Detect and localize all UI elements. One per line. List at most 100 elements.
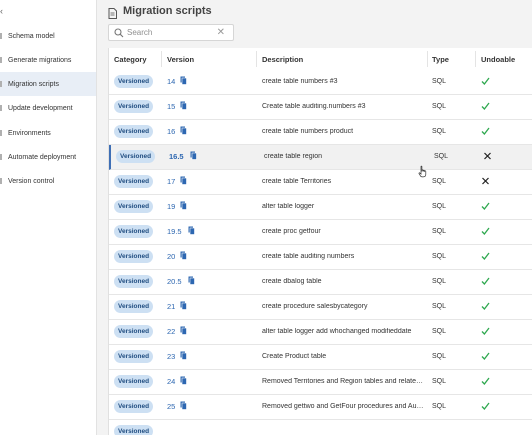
sidebar-item-environments[interactable]: Environments [0,121,96,145]
version-link[interactable]: 19.5 [167,227,182,236]
column-divider [427,51,428,67]
table-row[interactable]: Versioned 25 Removed gettwo and GetFour pr… [109,395,532,420]
script-file-icon[interactable] [180,326,187,335]
version-link[interactable]: 19 [167,202,175,211]
description-cell: create procedure salesbycategory [262,303,368,310]
table-row[interactable]: Versioned 14 create table numbers #3 SQL [109,70,532,95]
description-cell: create proc getfour [262,228,321,235]
column-header-undoable[interactable]: Undoable [481,55,515,64]
category-badge: Versioned [114,125,154,138]
sidebar-item-version-control[interactable]: Version control [0,169,96,193]
category-badge: Versioned [114,250,154,263]
type-cell: SQL [432,78,447,85]
version-link[interactable]: 20.5 [167,277,182,286]
script-file-icon[interactable] [180,126,187,135]
category-badge: Versioned [114,275,154,288]
table-row[interactable]: Versioned [109,420,532,435]
sidebar-item-marker [0,81,2,87]
sidebar-item-label: Version control [8,177,55,185]
version-link[interactable]: 20 [167,252,175,261]
table-row[interactable]: Versioned 19.5 create proc getfour SQL [109,220,532,245]
table-row[interactable]: Versioned 17 create table Territories SQL [109,170,532,195]
sidebar-item-marker [0,178,2,184]
sidebar-item-label: Schema model [8,32,55,40]
search-input[interactable] [127,26,217,39]
table-row[interactable]: Versioned 20.5 create dbalog table SQL [109,270,532,295]
mouse-cursor-icon [418,165,427,178]
sidebar-item-migration-scripts[interactable]: Migration scripts [0,72,96,96]
main-panel: Migration scripts ✕ Category Version Des… [97,0,532,435]
check-icon [481,102,490,110]
sidebar-item-label: Environments [8,129,51,137]
sidebar-item-generate-migrations[interactable]: Generate migrations [0,48,96,72]
column-divider [475,51,476,67]
type-cell: SQL [432,253,447,260]
collapse-caret-icon[interactable]: ‹ [0,6,3,16]
sidebar-item-update-development[interactable]: Update development [0,96,96,120]
description-cell: Create table auditing.numbers #3 [262,103,366,110]
version-link[interactable]: 21 [167,302,175,311]
document-icon [108,8,117,19]
type-cell: SQL [432,378,447,385]
table-row[interactable]: Versioned 24 Removed Territories and Regio… [109,370,532,395]
version-link[interactable]: 22 [167,327,175,336]
script-file-icon[interactable] [180,301,187,310]
version-link[interactable]: 15 [167,102,175,111]
search-box[interactable]: ✕ [108,24,234,41]
category-badge: Versioned [114,175,154,188]
description-cell: create dbalog table [262,278,322,285]
search-icon [114,28,124,38]
script-file-icon[interactable] [180,176,187,185]
sidebar-item-automate-deployment[interactable]: Automate deployment [0,145,96,169]
script-file-icon[interactable] [180,376,187,385]
check-icon [481,302,490,310]
table-row[interactable]: Versioned 21 create procedure salesbycateg… [109,295,532,320]
sidebar-item-marker [0,130,2,136]
category-badge: Versioned [116,150,156,163]
type-cell: SQL [432,278,447,285]
close-icon[interactable]: ✕ [217,26,225,40]
table-row[interactable]: Versioned 19 alter table logger SQL [109,195,532,220]
description-cell: create table Territories [262,178,332,185]
script-file-icon[interactable] [188,276,195,285]
category-badge: Versioned [114,400,154,413]
table-row[interactable]: Versioned 16.5 create table region SQL [109,145,532,170]
type-cell: SQL [432,328,447,335]
sidebar-item-marker [0,57,2,63]
sidebar-item-label: Update development [8,104,73,112]
version-link[interactable]: 24 [167,377,175,386]
table-row[interactable]: Versioned 16 create table numbers product S… [109,120,532,145]
type-cell: SQL [432,178,447,185]
table-row[interactable]: Versioned 23 Create Product table SQL [109,345,532,370]
version-link[interactable]: 16.5 [169,152,184,161]
version-link[interactable]: 25 [167,402,175,411]
table-row[interactable]: Versioned 20 create table auditing numbers… [109,245,532,270]
column-header-version[interactable]: Version [167,55,194,64]
description-cell: create table numbers #3 [262,78,338,85]
version-link[interactable]: 17 [167,177,175,186]
check-icon [481,202,490,210]
category-badge: Versioned [114,100,154,113]
table-row[interactable]: Versioned 22 alter table logger add whocha… [109,320,532,345]
script-file-icon[interactable] [190,151,197,160]
category-badge: Versioned [114,300,154,313]
version-link[interactable]: 16 [167,127,175,136]
script-file-icon[interactable] [180,76,187,85]
script-file-icon[interactable] [180,351,187,360]
column-header-category[interactable]: Category [114,55,147,64]
script-file-icon[interactable] [180,251,187,260]
column-header-description[interactable]: Description [262,55,303,64]
script-file-icon[interactable] [180,401,187,410]
sidebar-item-schema-model[interactable]: Schema model [0,24,96,48]
version-link[interactable]: 14 [167,77,175,86]
sidebar: ‹ Schema model Generate migrations Migrati… [0,0,97,435]
column-header-type[interactable]: Type [432,55,449,64]
type-cell: SQL [432,403,447,410]
table-row[interactable]: Versioned 15 Create table auditing.numbers… [109,95,532,120]
script-file-icon[interactable] [188,226,195,235]
script-file-icon[interactable] [180,101,187,110]
script-file-icon[interactable] [180,201,187,210]
type-cell: SQL [432,128,447,135]
version-link[interactable]: 23 [167,352,175,361]
category-badge: Versioned [114,350,154,363]
